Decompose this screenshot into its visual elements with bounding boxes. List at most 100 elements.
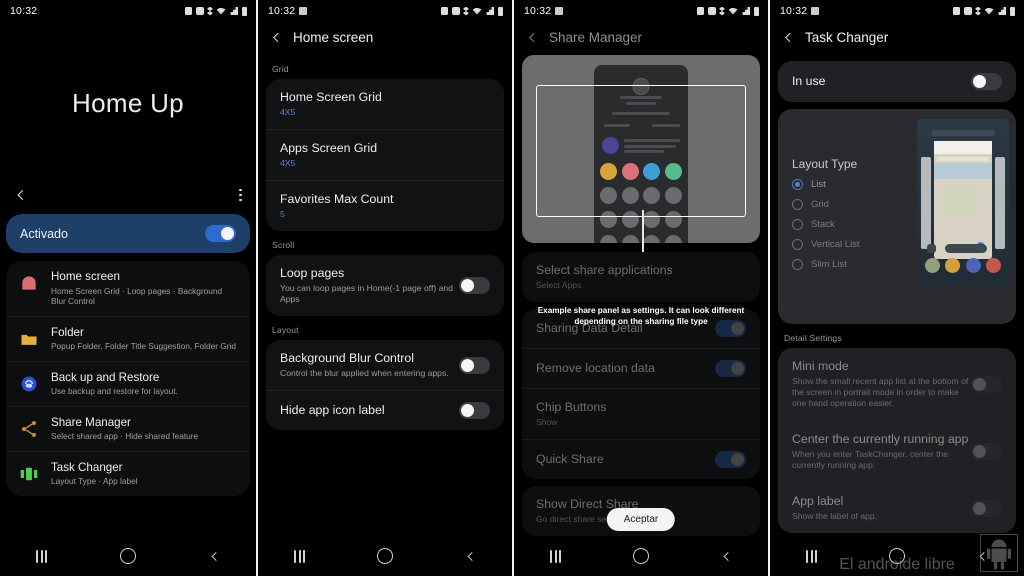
back-icon[interactable] bbox=[209, 551, 220, 562]
share-panel-preview bbox=[522, 55, 760, 243]
row-hide-app-icon-label[interactable]: Hide app icon label bbox=[266, 390, 504, 430]
row-quick-share[interactable]: Quick Share bbox=[522, 439, 760, 479]
back-chevron-icon[interactable] bbox=[270, 31, 283, 44]
list-item[interactable]: Back up and Restore Use backup and resto… bbox=[6, 360, 250, 406]
app-bar: Share Manager bbox=[514, 22, 768, 55]
row-title: Apps Screen Grid bbox=[280, 141, 378, 155]
list-item[interactable]: Task Changer Layout Type · App label bbox=[6, 450, 250, 496]
recents-icon[interactable] bbox=[36, 549, 48, 563]
row-title: Loop pages bbox=[280, 266, 345, 280]
more-options-icon[interactable] bbox=[239, 188, 242, 202]
row-app-label[interactable]: App label Show the label of app. bbox=[778, 482, 1016, 533]
loop-pages-toggle[interactable] bbox=[459, 277, 490, 294]
status-bar: 10:32 bbox=[514, 0, 768, 22]
master-switch-row[interactable]: Activado bbox=[6, 214, 250, 253]
task-changer-icon bbox=[18, 463, 40, 485]
list-item[interactable]: Home screen Home Screen Grid · Loop page… bbox=[6, 261, 250, 316]
row-value: 4X5 bbox=[280, 107, 296, 117]
battery-icon bbox=[497, 6, 503, 16]
in-use-toggle[interactable] bbox=[971, 73, 1002, 90]
row-desc: Control the blur applied when entering a… bbox=[280, 368, 449, 378]
list-item-desc: Popup Folder, Folder Title Suggestion, F… bbox=[51, 341, 236, 351]
row-select-share-applications[interactable]: Select share applications Select Apps bbox=[522, 252, 760, 302]
app-label-toggle[interactable] bbox=[971, 499, 1002, 517]
page-title: Share Manager bbox=[549, 30, 643, 45]
image-icon bbox=[299, 7, 308, 15]
back-chevron-icon[interactable] bbox=[14, 188, 28, 202]
row-title: Home Screen Grid bbox=[280, 90, 382, 104]
row-title: Quick Share bbox=[536, 452, 604, 466]
task-changer-preview-image bbox=[917, 119, 1009, 287]
status-system-icons bbox=[185, 6, 247, 16]
wifi-icon bbox=[984, 7, 994, 15]
radio-indicator bbox=[792, 239, 803, 250]
row-remove-location-data[interactable]: Remove location data bbox=[522, 348, 760, 388]
row-title: Chip Buttons bbox=[536, 400, 607, 414]
bluetooth-icon bbox=[719, 6, 725, 16]
row-background-blur-control[interactable]: Background Blur Control Control the blur… bbox=[266, 340, 504, 390]
list-item[interactable]: Folder Popup Folder, Folder Title Sugges… bbox=[6, 315, 250, 361]
bluetooth-icon bbox=[975, 6, 981, 16]
status-system-icons bbox=[697, 6, 759, 16]
image-icon bbox=[811, 7, 820, 15]
app-action-bar bbox=[0, 184, 256, 214]
row-mini-mode[interactable]: Mini mode Show the small recent app list… bbox=[778, 348, 1016, 420]
row-center-running-app[interactable]: Center the currently running app When yo… bbox=[778, 420, 1016, 482]
share-rows-card-top: Select share applications Select Apps bbox=[522, 252, 760, 302]
row-chip-buttons[interactable]: Chip Buttons Show bbox=[522, 388, 760, 439]
grid-settings-card: Home Screen Grid 4X5 Apps Screen Grid 4X… bbox=[266, 79, 504, 231]
row-title: Mini mode bbox=[792, 359, 849, 373]
remove-location-data-toggle[interactable] bbox=[715, 360, 746, 377]
recents-icon[interactable] bbox=[806, 549, 817, 563]
list-item[interactable]: Share Manager Select shared app · Hide s… bbox=[6, 405, 250, 451]
home-button-icon[interactable] bbox=[633, 548, 649, 564]
home-button-icon[interactable] bbox=[377, 548, 393, 564]
radio-indicator bbox=[792, 259, 803, 270]
battery-icon bbox=[1009, 6, 1015, 16]
backup-icon bbox=[18, 373, 40, 395]
mini-mode-toggle[interactable] bbox=[971, 375, 1002, 393]
status-clock: 10:32 bbox=[268, 5, 308, 17]
page-title: Task Changer bbox=[805, 30, 889, 45]
row-apps-screen-grid[interactable]: Apps Screen Grid 4X5 bbox=[266, 129, 504, 180]
row-title: Hide app icon label bbox=[280, 403, 385, 417]
radio-indicator bbox=[792, 199, 803, 210]
clock-text: 10:32 bbox=[10, 5, 38, 17]
accept-button[interactable]: Aceptar bbox=[606, 508, 676, 531]
center-running-app-toggle[interactable] bbox=[971, 443, 1002, 460]
folder-icon bbox=[18, 328, 40, 350]
section-label-grid: Grid bbox=[272, 64, 289, 74]
app-bar: Home screen bbox=[258, 22, 512, 55]
row-favorites-max-count[interactable]: Favorites Max Count 5 bbox=[266, 180, 504, 231]
list-item-desc: Use backup and restore for layout. bbox=[51, 386, 178, 396]
quick-share-toggle[interactable] bbox=[715, 451, 746, 468]
panel-share-manager: 10:32 Share Manager Select share applica… bbox=[512, 0, 768, 576]
hero-header: Home Up bbox=[0, 22, 256, 184]
recents-icon[interactable] bbox=[550, 549, 561, 563]
row-title: Select share applications bbox=[536, 263, 673, 277]
master-switch-label: Activado bbox=[20, 226, 68, 241]
master-switch-toggle[interactable] bbox=[205, 225, 236, 242]
hide-app-icon-label-toggle[interactable] bbox=[459, 402, 490, 419]
share-rows-card: Sharing Data Detail Remove location data… bbox=[522, 309, 760, 479]
tooltip-leader-line bbox=[642, 210, 644, 252]
background-blur-toggle[interactable] bbox=[459, 356, 490, 374]
image-icon bbox=[555, 7, 564, 15]
back-icon[interactable] bbox=[465, 551, 476, 562]
section-label-layout: Layout bbox=[272, 325, 299, 335]
row-value: 5 bbox=[280, 209, 285, 219]
row-in-use[interactable]: In use bbox=[778, 61, 1016, 102]
back-chevron-icon[interactable] bbox=[526, 31, 539, 44]
home-button-icon[interactable] bbox=[889, 548, 905, 564]
recents-icon[interactable] bbox=[294, 549, 305, 563]
list-item-title: Folder bbox=[51, 325, 84, 339]
panel-home-screen-settings: 10:32 Home screen Grid Home Screen Grid … bbox=[256, 0, 512, 576]
row-loop-pages[interactable]: Loop pages You can loop pages in Home(-1… bbox=[266, 255, 504, 316]
back-chevron-icon[interactable] bbox=[782, 31, 795, 44]
preview-app-dots-row3 bbox=[600, 235, 682, 243]
back-icon[interactable] bbox=[721, 551, 732, 562]
alarm-icon bbox=[185, 7, 192, 15]
layout-type-section: Layout Type List Grid Stack Vertical Lis… bbox=[778, 109, 1016, 324]
row-home-screen-grid[interactable]: Home Screen Grid 4X5 bbox=[266, 79, 504, 129]
home-button-icon[interactable] bbox=[119, 548, 136, 564]
